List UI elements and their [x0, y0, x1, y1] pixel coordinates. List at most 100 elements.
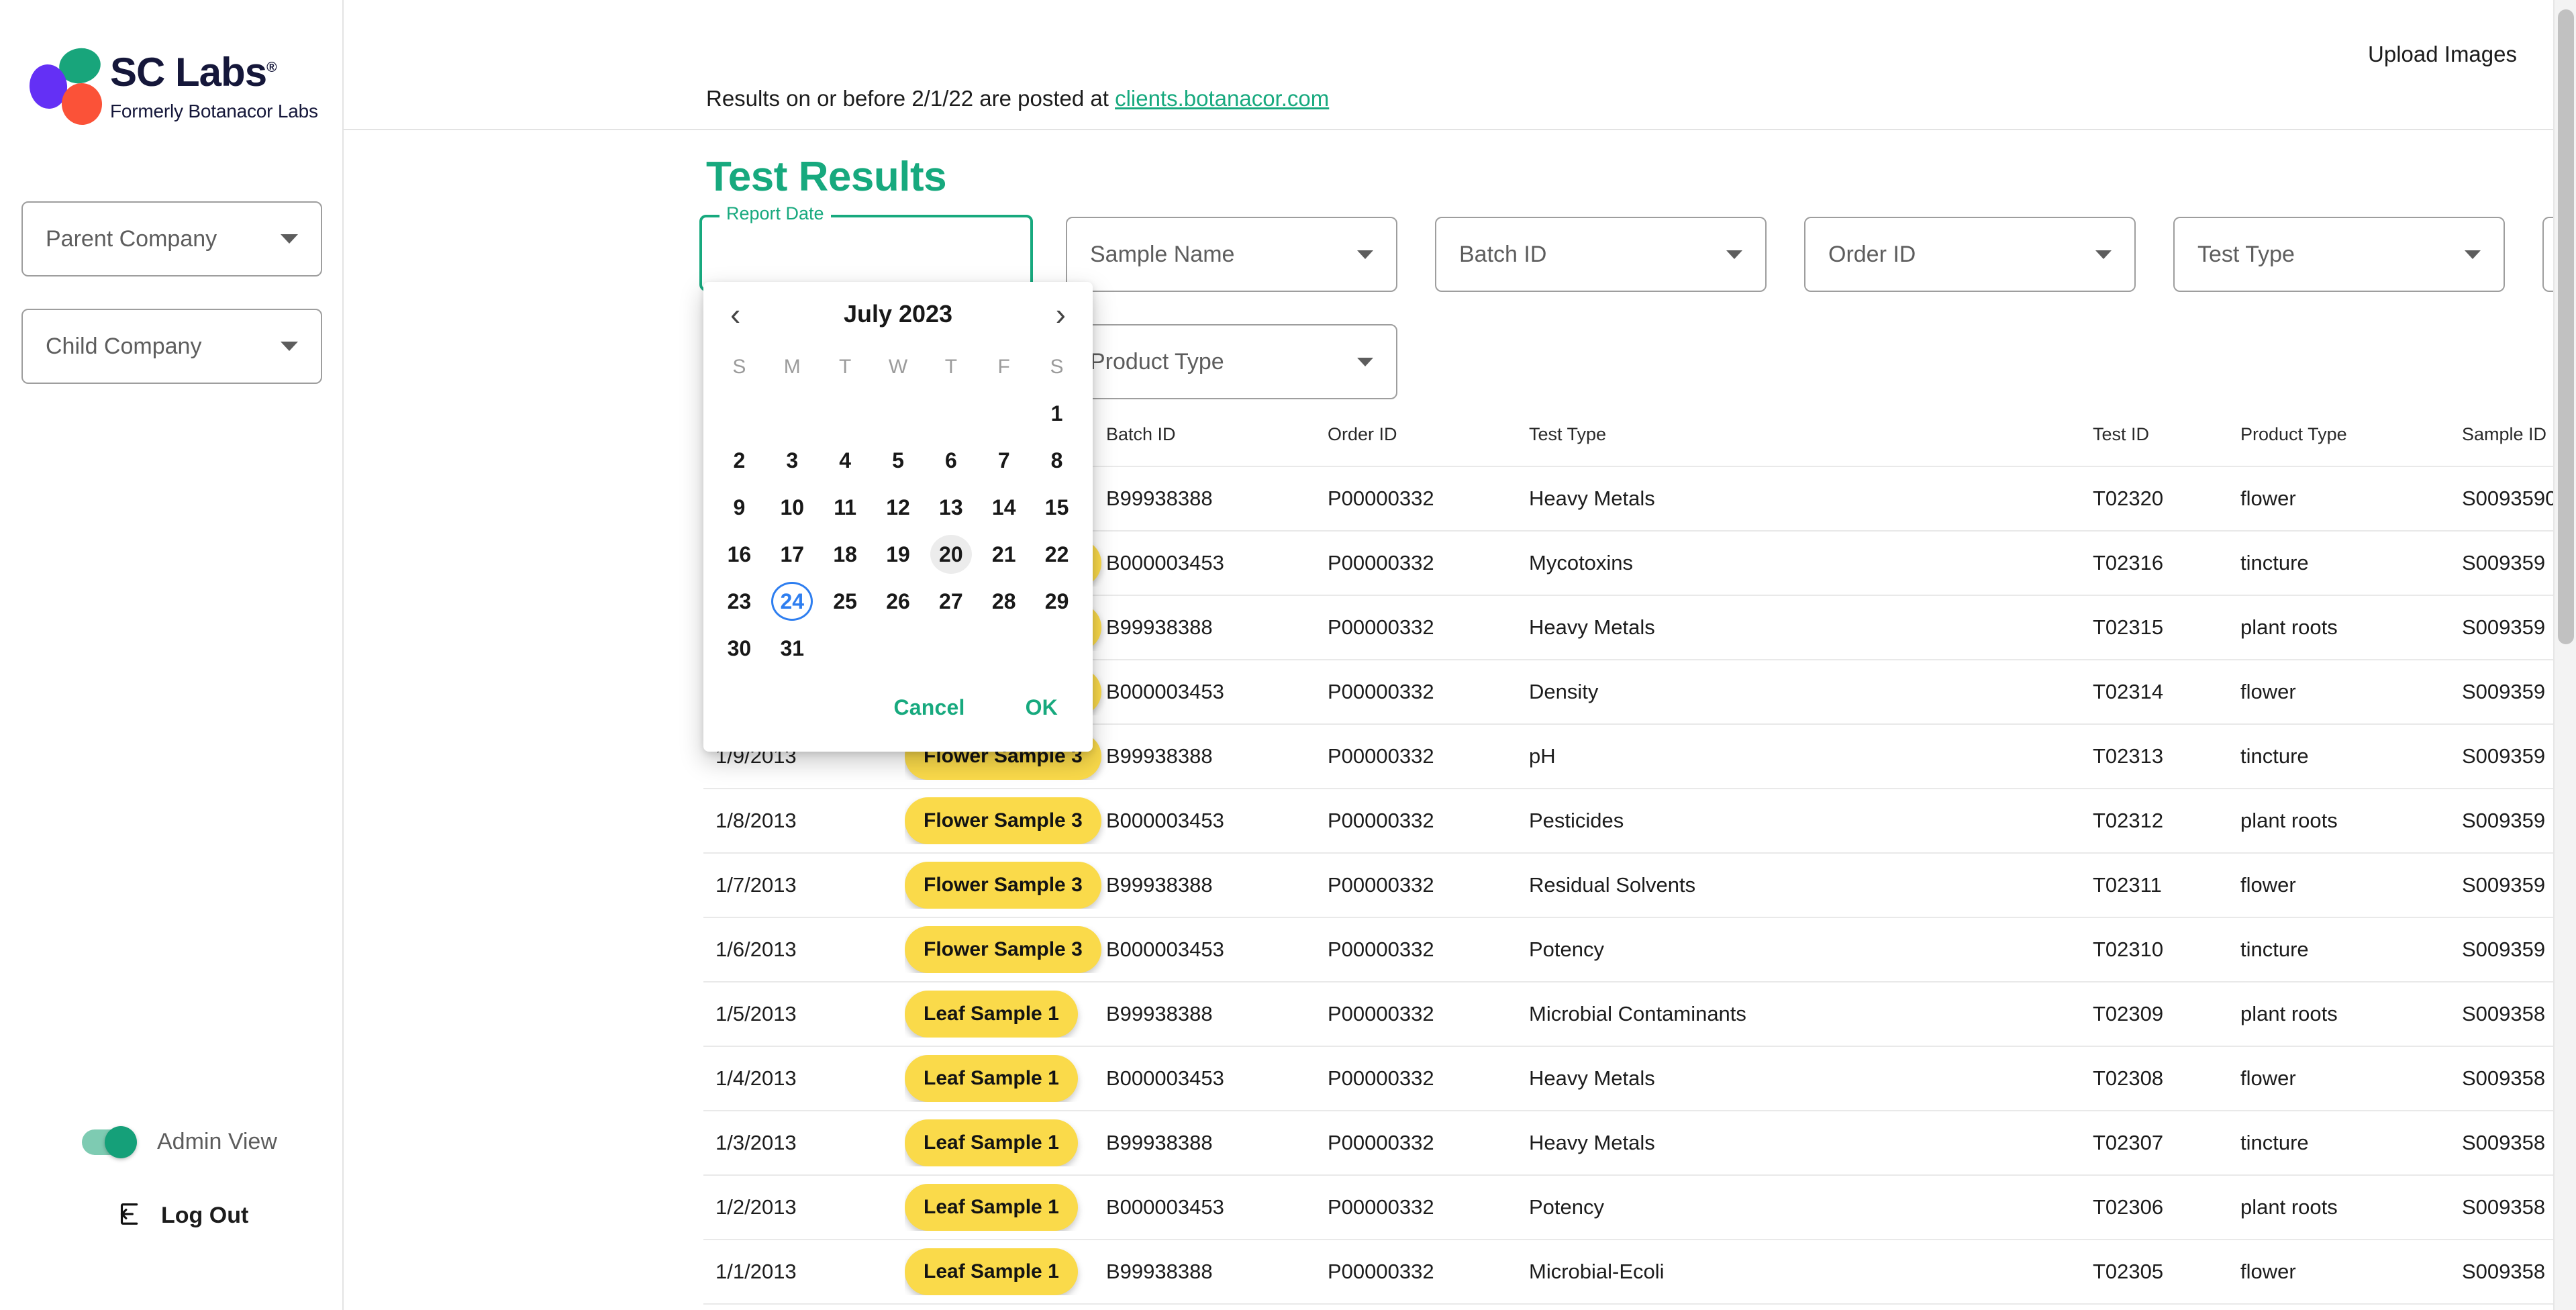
calendar-day-17[interactable]: 17: [766, 532, 819, 577]
calendar-day-3[interactable]: 3: [766, 438, 819, 483]
calendar-day-22[interactable]: 22: [1030, 532, 1083, 577]
upload-images-button[interactable]: Upload Images: [2368, 42, 2517, 67]
calendar-day-6[interactable]: 6: [924, 438, 977, 483]
scrollbar-thumb[interactable]: [2558, 9, 2574, 644]
logo-wordmark: SC Labs®: [110, 52, 277, 93]
calendar-day-11[interactable]: 11: [819, 485, 872, 530]
filter-test-type-label: Test Type: [2197, 242, 2465, 268]
table-row[interactable]: 1/3/2013Leaf Sample 1B99938388P00000332H…: [703, 1111, 2576, 1176]
cell-sample-name[interactable]: Leaf Sample 1: [905, 1184, 1106, 1231]
table-row[interactable]: 1/1/2013Leaf Sample 1 B99938388P00000332M…: [703, 1240, 2576, 1305]
table-row[interactable]: 1/7/2013Flower Sample 3B99938388P0000033…: [703, 854, 2576, 918]
calendar-day-18[interactable]: 18: [819, 532, 872, 577]
toggle-knob: [105, 1126, 137, 1158]
cell-product-type: tincture: [2240, 744, 2462, 768]
chevron-left-icon[interactable]: ‹: [730, 299, 740, 330]
cell-order-id: P00000332: [1328, 1131, 1529, 1155]
calendar-day-14[interactable]: 14: [977, 485, 1030, 530]
botanacor-link[interactable]: clients.botanacor.com: [1115, 86, 1329, 111]
filter-product-type[interactable]: Product Type: [1066, 324, 1397, 399]
calendar-day-number: 18: [833, 542, 857, 567]
calendar-day-25[interactable]: 25: [819, 578, 872, 624]
calendar-day-27[interactable]: 27: [924, 578, 977, 624]
calendar-day-21[interactable]: 21: [977, 532, 1030, 577]
cell-batch-id: B000003453: [1106, 551, 1328, 575]
calendar-day-12[interactable]: 12: [872, 485, 925, 530]
sample-name-pill[interactable]: Leaf Sample 1: [905, 1248, 1078, 1295]
log-out-button[interactable]: Log Out: [115, 1201, 248, 1230]
filter-sample-name[interactable]: Sample Name: [1066, 217, 1397, 292]
calendar-day-15[interactable]: 15: [1030, 485, 1083, 530]
cell-sample-name[interactable]: Leaf Sample 1: [905, 1055, 1106, 1102]
cell-sample-name[interactable]: Flower Sample 3: [905, 797, 1106, 844]
table-row[interactable]: 1/6/2013Flower Sample 3B000003453P000003…: [703, 918, 2576, 982]
col-test-type: Test Type: [1529, 424, 2093, 445]
calendar-day-23[interactable]: 23: [713, 578, 766, 624]
calendar-cancel-button[interactable]: Cancel: [883, 689, 975, 727]
calendar-day-9[interactable]: 9: [713, 485, 766, 530]
cell-sample-name[interactable]: Leaf Sample 1: [905, 991, 1106, 1038]
calendar-day-16[interactable]: 16: [713, 532, 766, 577]
calendar-day-8[interactable]: 8: [1030, 438, 1083, 483]
child-company-select[interactable]: Child Company: [21, 309, 322, 384]
chevron-right-icon[interactable]: ›: [1056, 299, 1066, 330]
cell-test-type: Heavy Metals: [1529, 487, 2093, 511]
cell-sample-name[interactable]: Flower Sample 3: [905, 862, 1106, 909]
calendar-day-number: 3: [786, 448, 798, 473]
cell-batch-id: B000003453: [1106, 809, 1328, 833]
filter-batch-id[interactable]: Batch ID: [1435, 217, 1767, 292]
cell-sample-name[interactable]: Leaf Sample 1: [905, 1119, 1106, 1166]
calendar-day-grid[interactable]: 1234567891011121314151617181920212223242…: [713, 391, 1083, 671]
filter-order-id[interactable]: Order ID: [1804, 217, 2136, 292]
sample-name-pill[interactable]: Leaf Sample 1: [905, 1055, 1078, 1102]
calendar-day-26[interactable]: 26: [872, 578, 925, 624]
cell-test-type: Microbial Contaminants: [1529, 1002, 2093, 1026]
cell-order-id: P00000332: [1328, 1195, 1529, 1219]
calendar-day-20[interactable]: 20: [924, 532, 977, 577]
table-row[interactable]: 1/5/2013Leaf Sample 1B99938388P00000332M…: [703, 982, 2576, 1047]
calendar-day-number: 21: [992, 542, 1016, 567]
calendar-day-7[interactable]: 7: [977, 438, 1030, 483]
table-row[interactable]: 1/4/2013Leaf Sample 1B000003453P00000332…: [703, 1047, 2576, 1111]
calendar-ok-button[interactable]: OK: [1015, 689, 1069, 727]
cell-report-date: 1/1/2013: [703, 1260, 905, 1284]
calendar-actions: Cancel OK: [713, 689, 1083, 727]
sample-name-pill[interactable]: Leaf Sample 1: [905, 1119, 1078, 1166]
calendar-day-5[interactable]: 5: [872, 438, 925, 483]
vertical-scrollbar[interactable]: [2553, 0, 2576, 1310]
parent-company-label: Parent Company: [46, 226, 281, 252]
calendar-day-29[interactable]: 29: [1030, 578, 1083, 624]
cell-batch-id: B99938388: [1106, 1260, 1328, 1284]
sample-name-pill[interactable]: Flower Sample 3: [905, 926, 1101, 973]
calendar-day-1[interactable]: 1: [1030, 391, 1083, 436]
sample-name-pill[interactable]: Flower Sample 3: [905, 862, 1101, 909]
cell-test-id: T02305: [2093, 1260, 2240, 1284]
parent-company-select[interactable]: Parent Company: [21, 201, 322, 276]
cell-sample-name[interactable]: Leaf Sample 1: [905, 1248, 1106, 1295]
log-out-label: Log Out: [161, 1203, 248, 1229]
sample-name-pill[interactable]: Leaf Sample 1: [905, 1184, 1078, 1231]
filter-test-type[interactable]: Test Type: [2173, 217, 2505, 292]
cell-test-type: Microbial-Ecoli: [1529, 1260, 2093, 1284]
calendar-day-10[interactable]: 10: [766, 485, 819, 530]
calendar-day-31[interactable]: 31: [766, 625, 819, 671]
sample-name-pill[interactable]: Leaf Sample 1: [905, 991, 1078, 1038]
calendar-day-number: 5: [892, 448, 904, 473]
calendar-day-28[interactable]: 28: [977, 578, 1030, 624]
calendar-day-24[interactable]: 24: [766, 578, 819, 624]
table-row[interactable]: 1/8/2013Flower Sample 3B000003453P000003…: [703, 789, 2576, 854]
report-date-input[interactable]: Report Date: [699, 215, 1033, 291]
calendar-day-19[interactable]: 19: [872, 532, 925, 577]
cell-order-id: P00000332: [1328, 1260, 1529, 1284]
sample-name-pill[interactable]: Flower Sample 3: [905, 797, 1101, 844]
table-row[interactable]: 1/2/2013Leaf Sample 1B000003453P00000332…: [703, 1176, 2576, 1240]
date-picker-popup[interactable]: ‹ July 2023 › SMTWTFS 123456789101112131…: [703, 282, 1093, 752]
calendar-day-13[interactable]: 13: [924, 485, 977, 530]
calendar-day-4[interactable]: 4: [819, 438, 872, 483]
calendar-day-2[interactable]: 2: [713, 438, 766, 483]
cell-test-id: T02314: [2093, 680, 2240, 704]
cell-sample-name[interactable]: Flower Sample 3: [905, 926, 1106, 973]
admin-view-toggle[interactable]: Admin View: [82, 1129, 277, 1155]
calendar-day-30[interactable]: 30: [713, 625, 766, 671]
toggle-switch-icon[interactable]: [82, 1129, 134, 1155]
